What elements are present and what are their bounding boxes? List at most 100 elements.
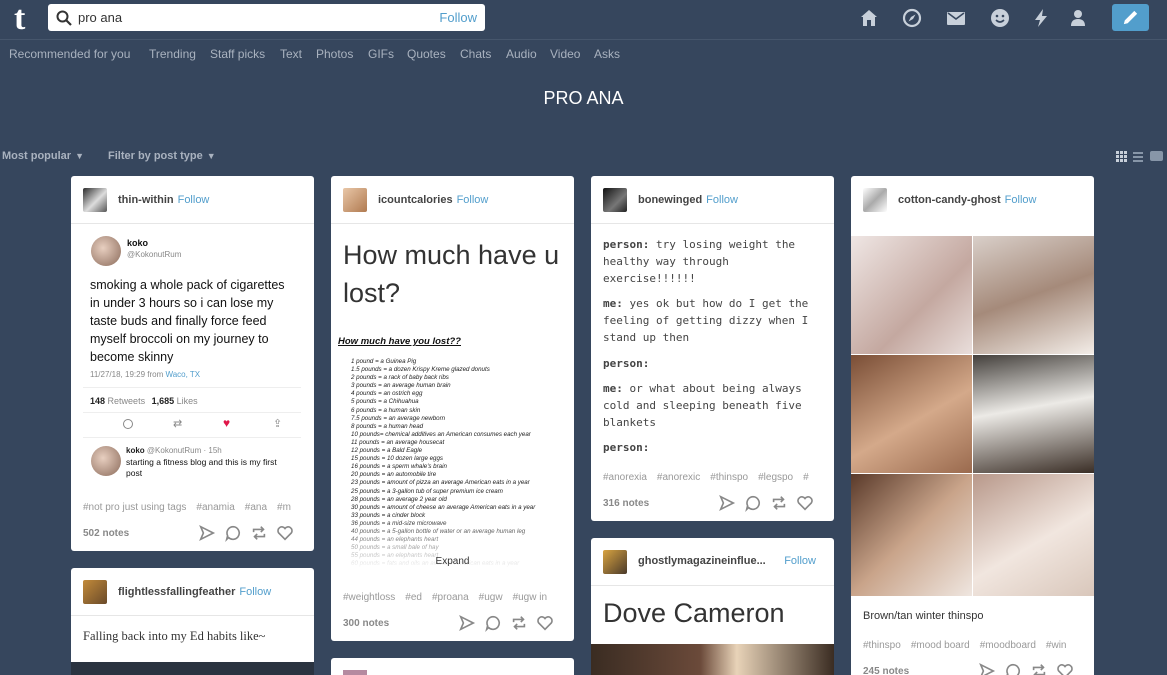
mail-icon[interactable] (946, 8, 966, 28)
like-icon[interactable] (1056, 662, 1074, 675)
search-follow-button[interactable]: Follow (439, 10, 477, 25)
username-link[interactable]: icountcalories (378, 194, 453, 206)
grid-view-icon[interactable] (1116, 151, 1127, 162)
tag[interactable]: #mood board (911, 640, 970, 651)
reply-icon[interactable] (484, 614, 502, 632)
username-link[interactable]: flightlessfallingfeather (118, 586, 235, 598)
subnav-recommended[interactable]: Recommended for you (9, 47, 130, 61)
lightning-icon[interactable] (1031, 8, 1051, 28)
tag[interactable]: #thinspo (710, 472, 748, 483)
reblog-icon[interactable] (510, 614, 528, 632)
tag[interactable]: #win (1046, 640, 1067, 651)
subnav-video[interactable]: Video (550, 47, 580, 61)
post-actions (450, 614, 562, 634)
list-item: 1.5 pounds = a dozen Krispy Kreme glazed… (351, 366, 490, 374)
reblog-icon[interactable] (770, 494, 788, 512)
sort-dropdown[interactable]: Most popular ▼ (2, 150, 84, 162)
username-link[interactable]: ghostlymagazineinflue... (638, 555, 766, 567)
like-icon[interactable] (796, 494, 814, 512)
explore-icon[interactable] (902, 8, 922, 28)
subnav-gifs[interactable]: GIFs (368, 47, 394, 61)
post-username: ghostlymagazineinflue... (638, 555, 766, 567)
avatar[interactable] (863, 188, 887, 212)
notes-count[interactable]: 502 notes (83, 528, 129, 539)
tag[interactable]: #ana (245, 502, 267, 513)
tweet-reply: koko @KokonutRum · 15h starting a fitnes… (83, 442, 301, 482)
subnav-text[interactable]: Text (280, 47, 302, 61)
tag[interactable]: #ed (405, 592, 422, 603)
post-title: How much have u lost? (343, 240, 560, 308)
subnav-quotes[interactable]: Quotes (407, 47, 446, 61)
tag[interactable]: #m (277, 502, 291, 513)
tag[interactable]: #proana (432, 592, 469, 603)
reply-icon[interactable] (224, 524, 242, 542)
tag[interactable]: #ugw in (513, 592, 547, 603)
home-icon[interactable] (859, 8, 879, 28)
subnav-trending[interactable]: Trending (149, 47, 196, 61)
list-item: 4 pounds = an ostrich egg (351, 390, 423, 398)
username-link[interactable]: bonewinged (638, 194, 702, 206)
search-input[interactable]: pro ana (78, 10, 122, 25)
reblog-icon[interactable] (1030, 662, 1048, 675)
reply-icon[interactable] (1004, 662, 1022, 675)
search-bar[interactable]: pro ana Follow (48, 4, 485, 31)
reblog-icon[interactable] (250, 524, 268, 542)
notes-count[interactable]: 245 notes (863, 666, 909, 675)
tumblr-logo[interactable]: t (14, 2, 25, 36)
tag[interactable]: #anorexic (657, 472, 700, 483)
tag[interactable]: #ugw (479, 592, 503, 603)
tag[interactable]: #weightloss (343, 592, 395, 603)
view-toggles (1116, 151, 1163, 162)
share-icon[interactable] (718, 494, 736, 512)
follow-button[interactable]: Follow (784, 555, 816, 567)
subnav-asks[interactable]: Asks (594, 47, 620, 61)
follow-button[interactable]: Follow (239, 586, 271, 598)
reply-icon[interactable] (744, 494, 762, 512)
tag[interactable]: #not pro just using tags (83, 502, 186, 513)
username-link[interactable]: thin-within (118, 194, 174, 206)
avatar[interactable] (603, 550, 627, 574)
share-icon[interactable] (198, 524, 216, 542)
notes-count[interactable]: 300 notes (343, 618, 389, 629)
username-link[interactable]: cotton-candy-ghost (898, 194, 1001, 206)
follow-button[interactable]: Follow (706, 194, 738, 206)
follow-button[interactable]: Follow (1005, 194, 1037, 206)
share-icon[interactable] (458, 614, 476, 632)
tag[interactable]: #anamia (196, 502, 234, 513)
subnav-photos[interactable]: Photos (316, 47, 353, 61)
post-image (591, 644, 834, 675)
avatar[interactable] (603, 188, 627, 212)
subnav-staff-picks[interactable]: Staff picks (210, 47, 265, 61)
tweet-text: smoking a whole pack of cigarettes in un… (90, 278, 285, 364)
subnav-chats[interactable]: Chats (460, 47, 491, 61)
avatar[interactable] (343, 670, 367, 675)
list-item: 23 pounds = amount of pizza an average A… (351, 479, 530, 487)
chat-speaker: person: (603, 357, 650, 370)
post-card: flightlessfallingfeather Follow Falling b… (71, 568, 314, 675)
like-icon[interactable] (276, 524, 294, 542)
share-icon[interactable] (978, 662, 996, 675)
avatar[interactable] (83, 188, 107, 212)
avatar[interactable] (343, 188, 367, 212)
tag[interactable]: #anorexia (603, 472, 647, 483)
list-view-icon[interactable] (1133, 152, 1143, 162)
avatar[interactable] (83, 580, 107, 604)
tag[interactable]: #thinspo (863, 640, 901, 651)
photo (973, 355, 1094, 473)
like-icon[interactable] (536, 614, 554, 632)
post-username: cotton-candy-ghost Follow (898, 194, 1036, 206)
tv-icon[interactable] (1150, 151, 1163, 161)
photoset[interactable] (851, 236, 1094, 596)
follow-button[interactable]: Follow (178, 194, 210, 206)
account-icon[interactable] (1068, 8, 1088, 28)
compose-button[interactable] (1112, 4, 1149, 31)
tag[interactable]: #legspo (758, 472, 793, 483)
filter-dropdown[interactable]: Filter by post type ▼ (108, 150, 216, 162)
expand-button[interactable]: Expand (331, 556, 574, 567)
follow-button[interactable]: Follow (457, 194, 489, 206)
notes-count[interactable]: 316 notes (603, 498, 649, 509)
activity-icon[interactable] (990, 8, 1010, 28)
subnav-audio[interactable]: Audio (506, 47, 537, 61)
tag[interactable]: # (803, 472, 809, 483)
tag[interactable]: #moodboard (980, 640, 1036, 651)
